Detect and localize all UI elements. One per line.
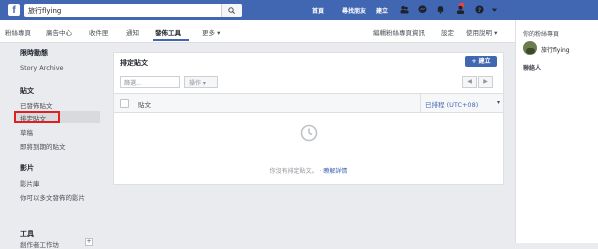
posts-header: 貼文 (20, 87, 34, 95)
learn-more-link[interactable]: 瞭解詳情 (323, 168, 347, 175)
page-avatar[interactable] (523, 41, 537, 55)
filter-input[interactable]: 篩選... (120, 76, 180, 88)
your-pages-header: 你的粉絲專頁 (523, 31, 560, 38)
expiring-posts-link[interactable]: 即將到期的貼文 (20, 141, 66, 151)
help-icon[interactable]: ? (475, 5, 484, 14)
search-box[interactable]: 旅行flying (24, 4, 242, 17)
friends-icon[interactable] (400, 5, 409, 14)
account-menu-icon[interactable] (490, 5, 499, 14)
account-icon[interactable] (456, 5, 465, 14)
empty-message: 你沒有排定貼文。 (269, 168, 318, 175)
story-archive-link[interactable]: Story Archive (20, 64, 64, 72)
actions-dropdown[interactable]: 操作 ▾ (184, 76, 218, 88)
tools-header: 工具 (20, 230, 34, 238)
drafts-link[interactable]: 草稿 (20, 127, 33, 137)
settings-link[interactable]: 設定 (441, 27, 454, 37)
search-button[interactable] (221, 4, 242, 17)
help-link[interactable]: 使用說明 ▾ (466, 27, 497, 37)
search-icon (228, 7, 235, 14)
messenger-icon[interactable] (418, 5, 427, 14)
active-tab-indicator (153, 39, 189, 41)
right-column: 你的粉絲專頁 旅行flying 聯絡人 (515, 20, 598, 243)
external-link-icon[interactable]: + (85, 238, 93, 246)
nav-create[interactable]: 建立 (376, 6, 388, 15)
scheduled-posts-panel: 排定貼文 + 建立 篩選... 操作 ▾ ◀ ▶ 貼文 已排程 (UTC+08)… (113, 52, 504, 185)
svg-text:?: ? (478, 7, 482, 14)
video-library-link[interactable]: 影片庫 (20, 178, 40, 188)
published-posts-link[interactable]: 已發佈貼文 (20, 100, 53, 110)
column-post: 貼文 (138, 101, 151, 109)
next-page-button[interactable]: ▶ (478, 76, 493, 88)
empty-state-text: 你沒有排定貼文。 · 瞭解詳情 (269, 168, 348, 175)
top-bar: f 旅行flying 首頁 尋找朋友 建立 ? (0, 0, 598, 20)
notifications-icon[interactable] (436, 5, 445, 14)
actions-label: 操作 ▾ (189, 80, 206, 87)
facebook-logo[interactable]: f (8, 4, 20, 16)
create-post-button[interactable]: + 建立 (465, 56, 497, 67)
search-input[interactable]: 旅行flying (28, 6, 61, 16)
left-nav: 限時動態 Story Archive 貼文 已發佈貼文 排定貼文 草稿 即將到期… (0, 43, 113, 249)
stories-header: 限時動態 (20, 49, 48, 57)
table-header: 貼文 已排程 (UTC+08) ▾ (114, 93, 503, 113)
tab-page[interactable]: 粉絲專頁 (5, 27, 31, 37)
column-scheduled-time[interactable]: 已排程 (UTC+08) (425, 99, 478, 109)
tab-publishing-tools[interactable]: 發佈工具 (155, 27, 181, 37)
clock-icon (300, 124, 318, 142)
filter-placeholder: 篩選... (124, 80, 142, 87)
highlight-box (14, 111, 60, 123)
select-all-checkbox[interactable] (120, 99, 129, 108)
video-header: 影片 (20, 164, 34, 172)
crossposted-videos-link[interactable]: 你可以多文發佈的影片 (20, 193, 100, 203)
column-divider (420, 94, 421, 112)
page-tabs-bar: 粉絲專頁 廣告中心 收件匣 通知 發佈工具 更多 ▾ 編輯粉絲專頁資訊 設定 使… (0, 20, 515, 43)
panel-title: 排定貼文 (120, 59, 148, 67)
contacts-header: 聯絡人 (523, 65, 542, 72)
prev-page-button[interactable]: ◀ (462, 76, 477, 88)
tab-notifications[interactable]: 通知 (126, 27, 139, 37)
nav-home[interactable]: 首頁 (312, 6, 324, 15)
tab-ad-center[interactable]: 廣告中心 (46, 27, 72, 37)
creator-studio-link[interactable]: 創作者工作坊 (20, 239, 59, 249)
page-name-link[interactable]: 旅行flying (541, 45, 570, 54)
edit-page-info-link[interactable]: 編輯粉絲專頁資訊 (373, 27, 425, 37)
nav-find-friends[interactable]: 尋找朋友 (342, 6, 366, 15)
tab-more[interactable]: 更多 ▾ (202, 27, 220, 37)
sort-caret-icon[interactable]: ▾ (497, 99, 500, 106)
tab-inbox[interactable]: 收件匣 (89, 27, 109, 37)
